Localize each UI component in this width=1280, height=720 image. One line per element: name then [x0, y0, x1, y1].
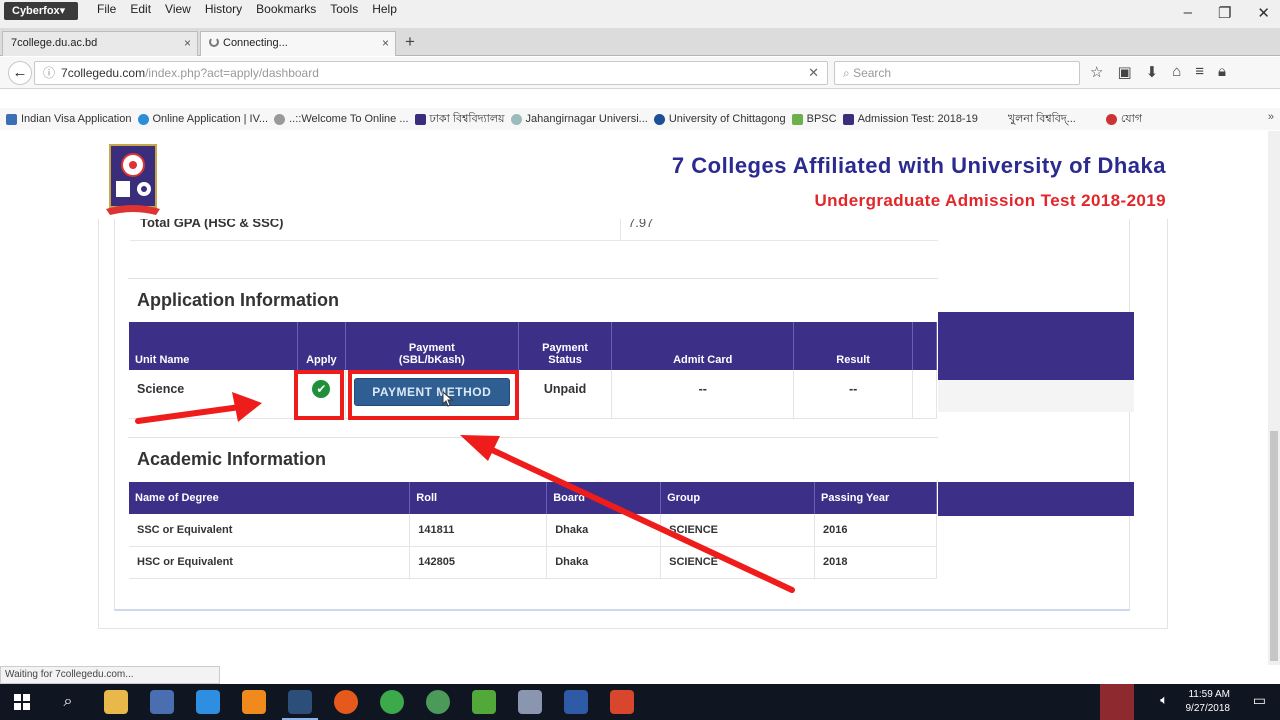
- bookmark-item[interactable]: Jahangirnagar Universi...: [510, 113, 648, 125]
- star-icon[interactable]: ☆: [1090, 63, 1103, 81]
- scrollbar-thumb[interactable]: [1270, 431, 1278, 661]
- arrow-to-apply: [135, 404, 243, 424]
- bookmark-icon: [842, 113, 854, 125]
- search-placeholder: Search: [853, 66, 892, 80]
- tab-label: Connecting...: [223, 37, 288, 49]
- app-icon[interactable]: [518, 690, 542, 714]
- url-host: 7collegedu.com: [61, 66, 146, 80]
- app-icon[interactable]: [242, 690, 266, 714]
- globe-icon: [274, 113, 286, 125]
- back-arrow-icon[interactable]: ←: [8, 61, 32, 85]
- bookmark-item[interactable]: খুলনা বিশ্ববিদ্...: [1008, 110, 1076, 129]
- arrowhead-apply: [232, 392, 262, 422]
- bookmark-icon: [137, 113, 149, 125]
- menu-file[interactable]: File: [96, 2, 117, 16]
- maximize-icon[interactable]: ❐: [1218, 4, 1231, 22]
- app-icon[interactable]: [472, 690, 496, 714]
- close-tab-icon[interactable]: ×: [382, 32, 389, 55]
- site-header: 7 Colleges Affiliated with University of…: [0, 131, 1268, 219]
- windows-start-icon[interactable]: [10, 690, 34, 714]
- windows-taskbar: ⌕ 11:59 AM 9/27/2018 ▭ 🔈︎: [0, 684, 1280, 720]
- clock-date: 9/27/2018: [1185, 703, 1231, 714]
- menu-tools[interactable]: Tools: [329, 2, 359, 16]
- bookmark-item[interactable]: Admission Test: 2018-19: [842, 113, 978, 125]
- tab-label: 7college.du.ac.bd: [11, 37, 98, 49]
- firefox-icon[interactable]: [334, 690, 358, 714]
- tab-7college[interactable]: 7college.du.ac.bd ×: [2, 31, 198, 56]
- volume-icon[interactable]: 🔈︎: [1160, 692, 1168, 708]
- bookmark-item[interactable]: ঢাকা বিশ্ববিদ্যালয়: [414, 110, 505, 129]
- url-path: /index.php?act=apply/dashboard: [145, 66, 319, 80]
- status-bar: Waiting for 7collegedu.com...: [0, 666, 220, 684]
- bookmark-item[interactable]: BPSC: [791, 113, 837, 125]
- bookmark-icon: [414, 113, 426, 125]
- app-icon[interactable]: [196, 690, 220, 714]
- chrome-icon[interactable]: [380, 690, 404, 714]
- cursor-hand-icon: [442, 390, 454, 407]
- toolbar-icons: ☆ ▣ ⬇ ⌂ ≡ 🔒︎: [1090, 63, 1226, 81]
- bookmark-item[interactable]: University of Chittagong: [653, 113, 786, 125]
- clipboard-icon[interactable]: ▣: [1117, 63, 1131, 81]
- page-subtitle: Undergraduate Admission Test 2018-2019: [814, 191, 1166, 210]
- menu-icon[interactable]: ≡: [1195, 63, 1204, 81]
- search-icon[interactable]: ⌕: [56, 690, 80, 714]
- bookmark-item[interactable]: Indian Visa Application: [6, 113, 132, 125]
- title-bar: Cyberfox▾ File Edit View History Bookmar…: [0, 0, 1280, 28]
- new-tab-button[interactable]: +: [400, 32, 420, 52]
- navigation-bar: ← ⓘ 7collegedu.com/index.php?act=apply/da…: [0, 57, 1280, 89]
- lock-icon[interactable]: 🔒︎: [1218, 63, 1226, 81]
- taskbar-highlight: [1100, 684, 1134, 720]
- menu-history[interactable]: History: [204, 2, 243, 16]
- app-menu-button[interactable]: Cyberfox▾: [4, 2, 78, 20]
- tab-connecting[interactable]: Connecting... ×: [200, 31, 396, 56]
- download-icon[interactable]: ⬇: [1146, 63, 1159, 81]
- bookmark-item[interactable]: ..::Welcome To Online ...: [274, 113, 409, 125]
- cyberfox-taskbar-icon[interactable]: [282, 690, 318, 720]
- close-icon[interactable]: ✕: [1257, 4, 1270, 22]
- file-explorer-icon[interactable]: [104, 690, 128, 714]
- stop-loading-icon[interactable]: ✕: [808, 62, 819, 84]
- app-icon[interactable]: [610, 690, 634, 714]
- bookmark-icon: [653, 113, 665, 125]
- url-bar[interactable]: ⓘ 7collegedu.com/index.php?act=apply/dash…: [34, 61, 828, 85]
- search-icon: ⌕: [843, 66, 850, 80]
- bookmarks-bar: Indian Visa Application Online Applicati…: [0, 108, 1280, 130]
- close-tab-icon[interactable]: ×: [184, 32, 191, 55]
- bookmark-icon: [6, 113, 17, 125]
- search-input[interactable]: ⌕ Search: [834, 61, 1080, 85]
- word-icon[interactable]: [564, 690, 588, 714]
- tab-strip: 7college.du.ac.bd × Connecting... × +: [0, 28, 1280, 56]
- app-icon[interactable]: [426, 690, 450, 714]
- bookmark-icon: [791, 113, 803, 125]
- clock-time: 11:59 AM: [1188, 689, 1230, 700]
- menu-bookmarks[interactable]: Bookmarks: [255, 2, 317, 16]
- menu-edit[interactable]: Edit: [129, 2, 152, 16]
- bookmarks-overflow-icon[interactable]: »: [1268, 111, 1274, 123]
- menu-help[interactable]: Help: [371, 2, 398, 16]
- web-page: 7 Colleges Affiliated with University of…: [0, 131, 1280, 665]
- menu-view[interactable]: View: [164, 2, 192, 16]
- home-icon[interactable]: ⌂: [1172, 63, 1181, 81]
- arrow-to-payment: [487, 446, 795, 593]
- bookmark-item[interactable]: যোগ: [1105, 110, 1142, 129]
- system-clock[interactable]: 11:59 AM 9/27/2018: [1186, 688, 1231, 716]
- page-title: 7 Colleges Affiliated with University of…: [671, 153, 1166, 178]
- info-icon[interactable]: ⓘ: [43, 66, 55, 80]
- arrowhead-payment: [460, 435, 500, 461]
- page-scrollbar[interactable]: [1268, 131, 1280, 665]
- university-logo: [106, 144, 160, 215]
- window-controls: – ❐ ✕: [1184, 4, 1270, 22]
- bookmark-item[interactable]: Online Application | IV...: [137, 113, 268, 125]
- notification-icon[interactable]: ▭: [1253, 692, 1266, 709]
- bookmark-icon: [510, 113, 522, 125]
- minimize-icon[interactable]: –: [1184, 4, 1192, 22]
- bookmark-icon: [1105, 113, 1117, 125]
- menu-bar: File Edit View History Bookmarks Tools H…: [96, 2, 398, 16]
- loading-spinner-icon: [209, 37, 219, 47]
- app-icon[interactable]: [150, 690, 174, 714]
